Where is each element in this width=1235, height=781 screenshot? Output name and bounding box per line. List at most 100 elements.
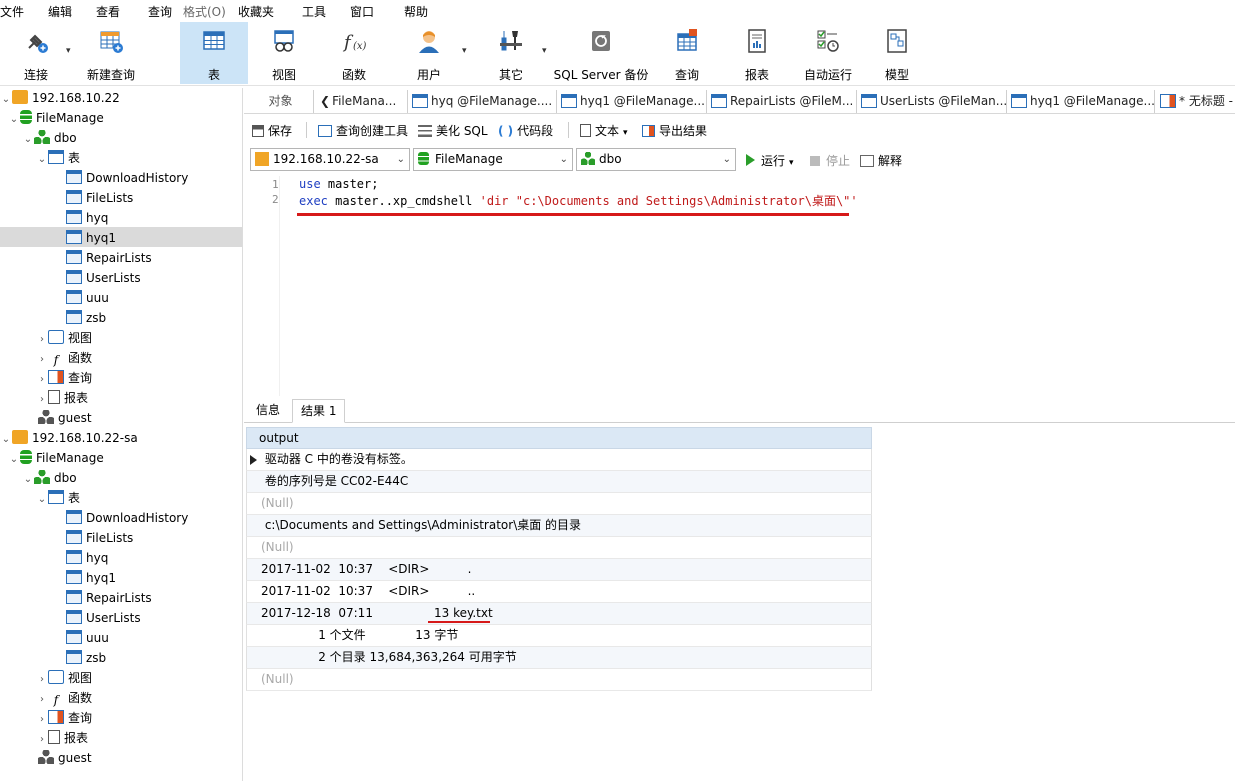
export-results-button[interactable]: 导出结果 xyxy=(642,122,707,139)
tree-table-item[interactable]: FileLists xyxy=(66,528,133,548)
stop-button[interactable]: 停止 xyxy=(810,152,850,169)
tree-queries-folder[interactable]: › 查询 xyxy=(36,708,92,728)
tab-objects[interactable]: 对象 xyxy=(244,90,314,113)
chevron-right-icon[interactable]: › xyxy=(36,710,48,730)
tree-table-item[interactable]: RepairLists xyxy=(66,588,152,608)
text-mode-button[interactable]: 文本 ▾ xyxy=(580,122,628,139)
tree-functions-folder[interactable]: › f 函数 xyxy=(36,688,92,708)
tree-schema-guest[interactable]: guest xyxy=(38,408,92,428)
schema-select[interactable]: dbo ⌄ xyxy=(576,148,736,171)
chevron-right-icon[interactable]: › xyxy=(36,390,48,410)
tree-table-item[interactable]: hyq xyxy=(66,548,108,568)
model-button[interactable]: 模型 xyxy=(876,22,918,84)
tab-repairlists[interactable]: RepairLists @FileM... xyxy=(707,90,857,113)
sql-editor[interactable]: 1 2 use master; exec master..xp_cmdshell… xyxy=(244,176,1235,396)
tree-functions-folder[interactable]: › f 函数 xyxy=(36,348,92,368)
chevron-right-icon[interactable]: › xyxy=(36,670,48,690)
tab-hyq[interactable]: hyq @FileManage.... xyxy=(408,90,557,113)
database-select[interactable]: FileManage ⌄ xyxy=(413,148,573,171)
chevron-right-icon[interactable]: › xyxy=(36,330,48,350)
tree-table-item[interactable]: UserLists xyxy=(66,268,141,288)
tree-table-item[interactable]: hyq xyxy=(66,208,108,228)
tree-schema[interactable]: ⌄ dbo xyxy=(22,468,77,488)
save-button[interactable]: 保存 xyxy=(252,122,292,139)
tree-database[interactable]: ⌄ FileManage xyxy=(8,108,104,128)
chevron-down-icon[interactable]: ⌄ xyxy=(0,90,12,110)
tab-result-1[interactable]: 结果 1 xyxy=(292,399,346,423)
tab-messages[interactable]: 信息 xyxy=(248,399,288,423)
tree-views-folder[interactable]: › 视图 xyxy=(36,328,92,348)
tree-reports-folder[interactable]: › 报表 xyxy=(36,728,88,748)
table-row[interactable]: (Null) xyxy=(246,669,872,691)
menu-file[interactable]: 文件 xyxy=(0,3,24,20)
chevron-right-icon[interactable]: › xyxy=(36,730,48,750)
chevron-right-icon[interactable]: › xyxy=(36,350,48,370)
table-row[interactable]: 卷的序列号是 CC02-E44C xyxy=(246,471,872,493)
table-row[interactable]: 2 个目录 13,684,363,264 可用字节 xyxy=(246,647,872,669)
auto-run-button[interactable]: 自动运行 xyxy=(800,22,856,84)
tree-schema[interactable]: ⌄ dbo xyxy=(22,128,77,148)
table-row[interactable]: c:\Documents and Settings\Administrator\… xyxy=(246,515,872,537)
server-select[interactable]: 192.168.10.22-sa ⌄ xyxy=(250,148,410,171)
tree-tables-folder[interactable]: ⌄ 表 xyxy=(36,148,80,168)
tree-table-item[interactable]: UserLists xyxy=(66,608,141,628)
tree-table-item[interactable]: zsb xyxy=(66,308,106,328)
tree-database[interactable]: ⌄ FileManage xyxy=(8,448,104,468)
menu-format[interactable]: 格式(O) xyxy=(183,3,226,20)
chevron-right-icon[interactable]: › xyxy=(36,370,48,390)
function-button[interactable]: f (x) 函数 xyxy=(332,22,376,84)
tree-table-item[interactable]: uuu xyxy=(66,288,109,308)
tab-hyq1-2[interactable]: hyq1 @FileManage... xyxy=(1007,90,1155,113)
table-row[interactable]: 1 个文件 13 字节 xyxy=(246,625,872,647)
table-button[interactable]: 表 xyxy=(180,22,248,84)
chevron-down-icon[interactable]: ⌄ xyxy=(36,150,48,170)
tree-table-item[interactable]: hyq1 xyxy=(66,568,116,588)
snippet-button[interactable]: ( ) 代码段 xyxy=(498,122,553,139)
menu-query[interactable]: 查询 xyxy=(148,3,172,20)
chevron-right-icon[interactable]: › xyxy=(36,690,48,710)
run-button[interactable]: 运行 ▾ xyxy=(746,152,794,169)
tab-hyq1[interactable]: hyq1 @FileManage... xyxy=(557,90,707,113)
tree-schema-guest[interactable]: guest xyxy=(38,748,92,768)
tree-table-item-selected[interactable]: hyq1 xyxy=(66,228,116,248)
tree-table-item[interactable]: zsb xyxy=(66,648,106,668)
table-row[interactable]: 2017-11-02 10:37 <DIR> .. xyxy=(246,581,872,603)
column-header-output[interactable]: output xyxy=(246,427,872,449)
tree-connection-1[interactable]: ⌄ 192.168.10.22 xyxy=(0,88,120,108)
chevron-down-icon[interactable]: ⌄ xyxy=(22,470,34,490)
tree-table-item[interactable]: RepairLists xyxy=(66,248,152,268)
chevron-left-icon[interactable]: ❮ xyxy=(320,94,330,108)
menu-tools[interactable]: 工具 xyxy=(302,3,326,20)
tree-views-folder[interactable]: › 视图 xyxy=(36,668,92,688)
user-button[interactable]: ▾ 用户 xyxy=(408,22,467,84)
query-builder-button[interactable]: 查询创建工具 xyxy=(318,122,408,139)
chevron-down-icon[interactable]: ⌄ xyxy=(22,130,34,150)
table-row[interactable]: 2017-11-02 10:37 <DIR> . xyxy=(246,559,872,581)
menu-view[interactable]: 查看 xyxy=(96,3,120,20)
table-row[interactable]: 2017-12-18 07:11 13 key.txt xyxy=(246,603,872,625)
beautify-sql-button[interactable]: 美化 SQL xyxy=(418,122,488,139)
table-row[interactable]: 驱动器 C 中的卷没有标签。 xyxy=(246,449,872,471)
tree-queries-folder[interactable]: › 查询 xyxy=(36,368,92,388)
report-button[interactable]: 报表 xyxy=(736,22,778,84)
chevron-down-icon[interactable]: ⌄ xyxy=(8,450,20,470)
table-row[interactable]: (Null) xyxy=(246,493,872,515)
tree-connection-2[interactable]: ⌄ 192.168.10.22-sa xyxy=(0,428,138,448)
tree-table-item[interactable]: DownloadHistory xyxy=(66,508,188,528)
chevron-down-icon[interactable]: ⌄ xyxy=(36,490,48,510)
chevron-down-icon[interactable]: ⌄ xyxy=(8,110,20,130)
tree-table-item[interactable]: FileLists xyxy=(66,188,133,208)
menu-window[interactable]: 窗口 xyxy=(350,3,374,20)
menu-help[interactable]: 帮助 xyxy=(404,3,428,20)
connect-button[interactable]: ▾ 连接 xyxy=(10,22,71,84)
view-button[interactable]: 视图 xyxy=(262,22,306,84)
tab-filemanage[interactable]: ❮ FileMana... xyxy=(316,90,408,113)
tab-userlists[interactable]: UserLists @FileMan... xyxy=(857,90,1007,113)
tree-table-item[interactable]: uuu xyxy=(66,628,109,648)
menu-edit[interactable]: 编辑 xyxy=(48,3,72,20)
explain-button[interactable]: 解释 xyxy=(860,152,902,169)
table-row[interactable]: (Null) xyxy=(246,537,872,559)
tree-reports-folder[interactable]: › 报表 xyxy=(36,388,88,408)
menu-favorites[interactable]: 收藏夹 xyxy=(238,3,274,20)
tree-tables-folder[interactable]: ⌄ 表 xyxy=(36,488,80,508)
